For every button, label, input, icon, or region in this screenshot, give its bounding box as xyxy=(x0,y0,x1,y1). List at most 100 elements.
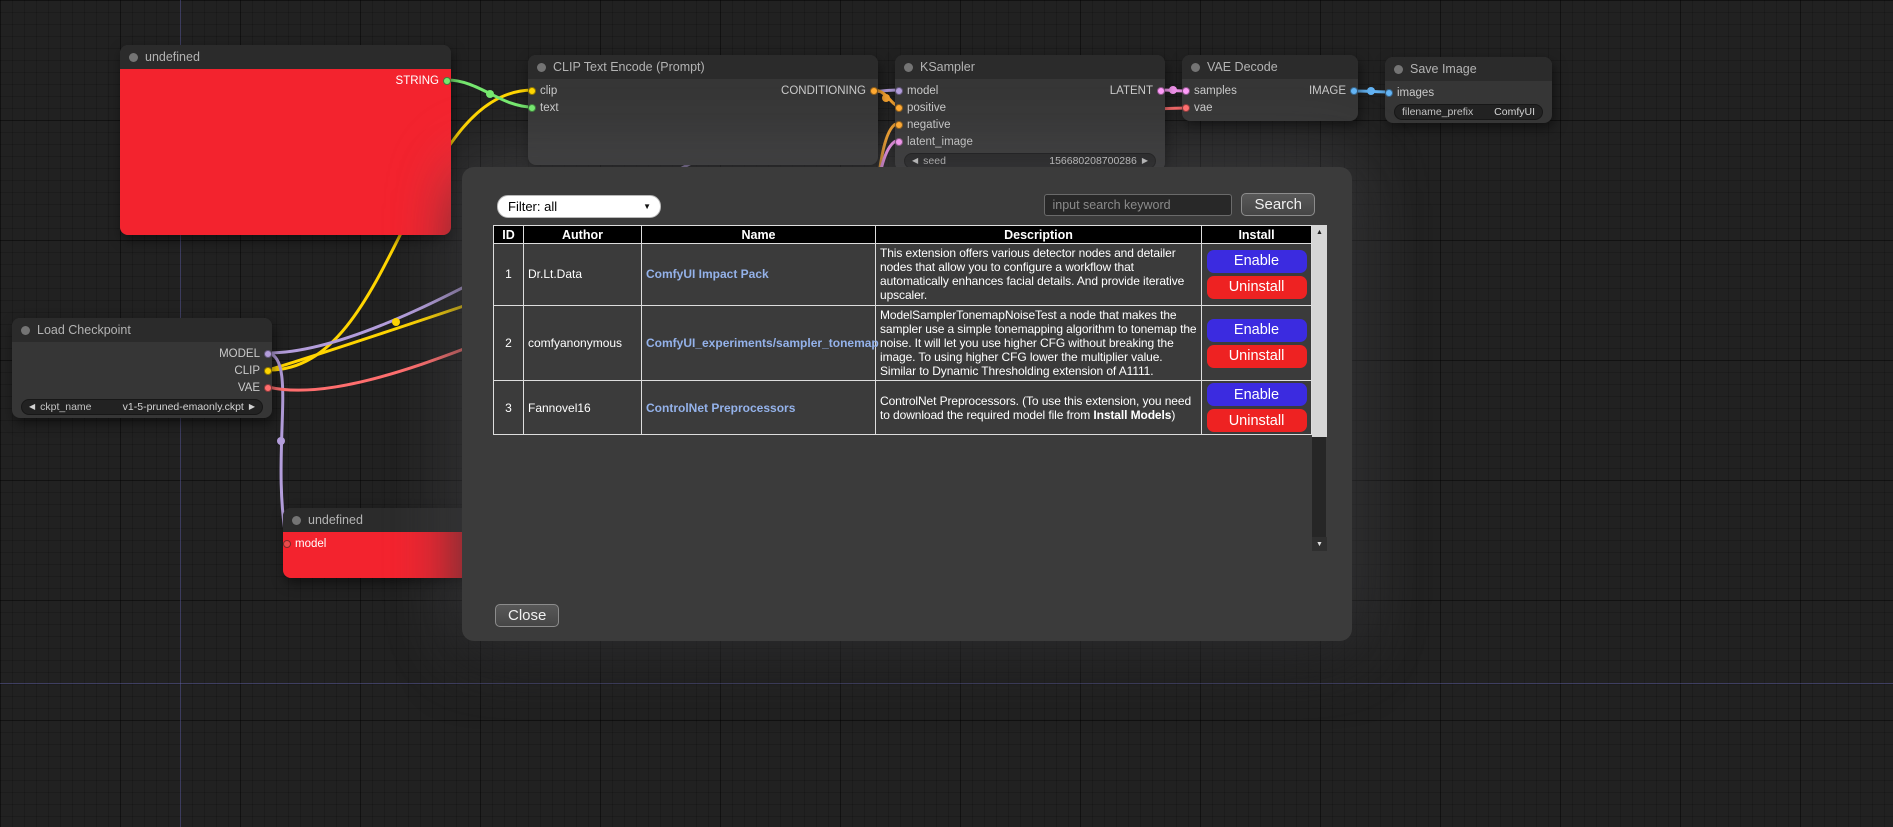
input-slot-text[interactable] xyxy=(528,104,536,112)
extension-name-cell: ComfyUI_experiments/sampler_tonemap xyxy=(642,305,876,381)
output-slot-vae[interactable] xyxy=(264,384,272,392)
output-label: CLIP xyxy=(234,365,260,377)
link-midpoint-dot xyxy=(1169,86,1177,94)
node-title-bar[interactable]: Load Checkpoint xyxy=(12,318,272,342)
node-undefined-model[interactable]: undefined model xyxy=(283,508,473,578)
uninstall-button[interactable]: Uninstall xyxy=(1207,345,1307,368)
scroll-down-icon[interactable]: ▼ xyxy=(1312,537,1327,551)
node-title-bar[interactable]: KSampler xyxy=(895,55,1165,79)
custom-nodes-manager-dialog: Filter: all ▼ Search ID Author Name Desc… xyxy=(462,167,1352,641)
node-load-checkpoint[interactable]: Load Checkpoint MODEL CLIP VAE ◀ ckpt_na… xyxy=(12,318,272,418)
extension-row: 2comfyanonymousComfyUI_experiments/sampl… xyxy=(494,305,1312,381)
node-title: CLIP Text Encode (Prompt) xyxy=(553,60,705,74)
enable-button[interactable]: Enable xyxy=(1207,250,1307,273)
output-slot-string[interactable] xyxy=(443,77,451,85)
collapse-dot-icon[interactable] xyxy=(1394,65,1403,74)
widget-label: filename_prefix xyxy=(1402,106,1473,118)
extension-link[interactable]: ComfyUI Impact Pack xyxy=(646,267,769,281)
input-slot-positive[interactable] xyxy=(895,104,903,112)
search-button[interactable]: Search xyxy=(1241,193,1315,216)
collapse-dot-icon[interactable] xyxy=(21,326,30,335)
widget-value: 156680208700286 xyxy=(1049,155,1137,167)
input-slot-samples[interactable] xyxy=(1182,87,1190,95)
output-slot-image[interactable] xyxy=(1350,87,1358,95)
node-graph-canvas[interactable]: undefined STRING CLIP Text Encode (Promp… xyxy=(0,0,1893,827)
node-title-bar[interactable]: undefined xyxy=(120,45,451,69)
input-label: positive xyxy=(907,102,946,114)
input-slot-images[interactable] xyxy=(1385,89,1393,97)
extension-id: 3 xyxy=(494,381,524,435)
collapse-dot-icon[interactable] xyxy=(129,53,138,62)
extension-row: 1Dr.Lt.DataComfyUI Impact PackThis exten… xyxy=(494,244,1312,306)
extension-author: Dr.Lt.Data xyxy=(524,244,642,306)
collapse-dot-icon[interactable] xyxy=(1191,63,1200,72)
input-slot-latent-image[interactable] xyxy=(895,138,903,146)
link-midpoint-dot xyxy=(1367,87,1375,95)
extension-link[interactable]: ComfyUI_experiments/sampler_tonemap xyxy=(646,336,879,350)
input-slot-model[interactable] xyxy=(895,87,903,95)
collapse-dot-icon[interactable] xyxy=(904,63,913,72)
close-button[interactable]: Close xyxy=(495,604,559,627)
node-undefined-string[interactable]: undefined STRING xyxy=(120,45,451,235)
next-arrow-icon[interactable]: ▶ xyxy=(249,403,255,411)
collapse-dot-icon[interactable] xyxy=(537,63,546,72)
widget-label: ckpt_name xyxy=(40,401,91,413)
output-label: LATENT xyxy=(1110,85,1153,97)
node-title-bar[interactable]: VAE Decode xyxy=(1182,55,1358,79)
scrollbar-thumb[interactable] xyxy=(1312,239,1327,437)
input-label: vae xyxy=(1194,102,1213,114)
node-vae-decode[interactable]: VAE Decode samples IMAGE vae xyxy=(1182,55,1358,121)
extension-install-cell: Enable Uninstall xyxy=(1202,244,1312,306)
node-title: VAE Decode xyxy=(1207,60,1278,74)
output-slot-conditioning[interactable] xyxy=(870,87,878,95)
input-slot-vae[interactable] xyxy=(1182,104,1190,112)
input-label: model xyxy=(907,85,938,97)
increment-arrow-icon[interactable]: ▶ xyxy=(1142,157,1148,165)
ckpt-name-widget[interactable]: ◀ ckpt_name v1-5-pruned-emaonly.ckpt ▶ xyxy=(21,399,263,415)
extension-row: 3Fannovel16ControlNet PreprocessorsContr… xyxy=(494,381,1312,435)
uninstall-button[interactable]: Uninstall xyxy=(1207,276,1307,299)
previous-arrow-icon[interactable]: ◀ xyxy=(29,403,35,411)
output-label: CONDITIONING xyxy=(781,85,866,97)
output-label: VAE xyxy=(238,382,260,394)
decrement-arrow-icon[interactable]: ◀ xyxy=(912,157,918,165)
search-input[interactable] xyxy=(1044,194,1232,216)
node-title-bar[interactable]: Save Image xyxy=(1385,57,1552,81)
filename-prefix-widget[interactable]: filename_prefix ComfyUI xyxy=(1394,104,1543,120)
node-title: undefined xyxy=(308,513,363,527)
node-title: KSampler xyxy=(920,60,975,74)
node-clip-text-encode[interactable]: CLIP Text Encode (Prompt) clip CONDITION… xyxy=(528,55,878,165)
filter-select[interactable]: Filter: all xyxy=(497,195,661,218)
input-slot-negative[interactable] xyxy=(895,121,903,129)
node-title-bar[interactable]: CLIP Text Encode (Prompt) xyxy=(528,55,878,79)
input-slot-clip[interactable] xyxy=(528,87,536,95)
node-ksampler[interactable]: KSampler model LATENT positive negative … xyxy=(895,55,1165,171)
extension-link[interactable]: ControlNet Preprocessors xyxy=(646,401,795,415)
install-button-stack: Enable Uninstall xyxy=(1206,250,1307,299)
input-label: latent_image xyxy=(907,136,973,148)
node-title-bar[interactable]: undefined xyxy=(283,508,473,532)
widget-label: seed xyxy=(923,155,946,167)
input-label: images xyxy=(1397,87,1434,99)
input-slot-model[interactable] xyxy=(283,540,291,548)
header-name: Name xyxy=(642,226,876,244)
output-slot-latent[interactable] xyxy=(1157,87,1165,95)
install-button-stack: Enable Uninstall xyxy=(1206,319,1307,368)
header-install: Install xyxy=(1202,226,1312,244)
extension-id: 1 xyxy=(494,244,524,306)
uninstall-button[interactable]: Uninstall xyxy=(1207,409,1307,432)
scroll-up-icon[interactable]: ▲ xyxy=(1312,225,1327,239)
extension-id: 2 xyxy=(494,305,524,381)
output-slot-model[interactable] xyxy=(264,350,272,358)
extension-name-cell: ComfyUI Impact Pack xyxy=(642,244,876,306)
scrollbar[interactable]: ▲ ▼ xyxy=(1312,225,1326,551)
extensions-table: ID Author Name Description Install 1Dr.L… xyxy=(493,225,1312,435)
input-label: text xyxy=(540,102,559,114)
widget-value: v1-5-pruned-emaonly.ckpt xyxy=(123,401,244,413)
node-save-image[interactable]: Save Image images filename_prefix ComfyU… xyxy=(1385,57,1552,123)
extension-install-cell: Enable Uninstall xyxy=(1202,381,1312,435)
enable-button[interactable]: Enable xyxy=(1207,319,1307,342)
enable-button[interactable]: Enable xyxy=(1207,383,1307,406)
output-slot-clip[interactable] xyxy=(264,367,272,375)
collapse-dot-icon[interactable] xyxy=(292,516,301,525)
